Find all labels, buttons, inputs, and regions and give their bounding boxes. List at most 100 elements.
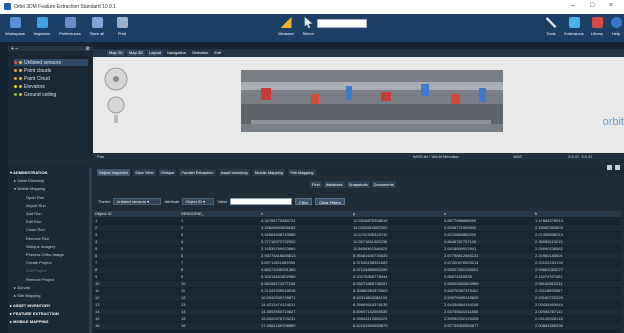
column-header[interactable]: h (533, 211, 621, 217)
filter-button[interactable]: Filter (295, 198, 313, 205)
tree-item-ground-ceiling[interactable]: Ground ceiling (14, 91, 56, 98)
column-header[interactable]: x (259, 211, 351, 217)
save-all-button[interactable]: Save all (85, 17, 109, 41)
nav-item[interactable]: Remove Project (26, 277, 54, 282)
nav-item[interactable]: Add Run (26, 211, 42, 216)
nav-section[interactable]: ▸ FEATURE EXTRACTION (10, 311, 59, 316)
visibility-icon[interactable] (19, 69, 22, 72)
tab-find[interactable]: Find (310, 181, 322, 188)
close-button[interactable]: × (609, 2, 613, 9)
nav-item[interactable]: ▸ Value Directory (14, 178, 44, 183)
table-row[interactable]: 2 2 3.19626690895162 14.0202810687202 2.6096… (93, 225, 621, 231)
table-row[interactable]: 13 13 14.4213474124011 8.39669618378135 2.64… (93, 302, 621, 308)
table-row[interactable]: 5 5 2.14539769023865 11.8659362346824 2.6418… (93, 246, 621, 252)
tab-attributes[interactable]: Attributes (323, 181, 345, 188)
preferences-button[interactable]: Preferences (58, 17, 82, 41)
column-header[interactable]: z (442, 211, 533, 217)
menu-selection[interactable]: Selection (190, 50, 210, 56)
tree-item-point-clouds[interactable]: Point clouds (14, 67, 51, 74)
table-row[interactable]: 12 12 10.2042939739871 8.44311863286193 2.59… (93, 295, 621, 301)
table-row[interactable]: 14 14 14.3593950719627 8.40007152655535 2.64… (93, 309, 621, 315)
point-cloud-feature (261, 88, 271, 100)
value-input[interactable] (230, 198, 293, 205)
inspector-button[interactable]: Inspector (30, 17, 54, 41)
clear-filters-button[interactable]: Clear Filters (315, 198, 345, 205)
nav-item[interactable]: Create Project (26, 260, 52, 265)
table-cell: 15 (181, 316, 186, 321)
nav-item[interactable]: Edit Run (26, 219, 41, 224)
menu-edit[interactable]: Edit (212, 50, 223, 56)
nav-item[interactable]: Import Run (26, 203, 46, 208)
tab-documents[interactable]: Documents (371, 181, 396, 188)
search-input[interactable] (317, 19, 367, 28)
visibility-icon[interactable] (19, 85, 22, 88)
tab-map-2d[interactable]: Map 2D (107, 50, 126, 56)
extensions-button[interactable]: Extensions (562, 17, 586, 41)
attribute-select[interactable]: Object ID ▾ (182, 198, 215, 205)
nav-item[interactable]: Close Run (26, 227, 45, 232)
nav-item[interactable]: Edit Project (26, 268, 46, 273)
table-row[interactable]: 4 4 3.77716372792902 11.0571061320236 2.6648… (93, 239, 621, 245)
table-row[interactable]: 10 10 6.88208171177234 8.33271858735151 2.66… (93, 281, 621, 287)
tree-item-elevators[interactable]: Elevators (14, 83, 45, 90)
tab-layout[interactable]: Layout (147, 50, 164, 56)
column-header[interactable]: y (351, 211, 442, 217)
nav-section[interactable]: ▸ ASSET INVENTORY (10, 303, 51, 308)
nav-item[interactable]: Remove Run (26, 236, 49, 241)
nav-item[interactable]: ▸ Site Mapping (14, 293, 40, 298)
zoom-slider-icon[interactable] (114, 115, 118, 123)
visibility-icon[interactable] (19, 77, 22, 80)
nav-section[interactable]: ▾ ADMINISTRATION (10, 170, 47, 175)
table-cell: 2.63327351335201 (444, 267, 479, 272)
visibility-icon[interactable] (19, 93, 22, 96)
zoom-control-icon[interactable] (107, 96, 125, 114)
tab-object-inspector[interactable]: Object Inspector (97, 168, 131, 176)
navigator-scrollbar[interactable] (89, 168, 92, 333)
nav-item[interactable]: Open Run (26, 195, 44, 200)
close-panel-icon[interactable] (615, 165, 620, 170)
navigation-controls[interactable] (101, 65, 131, 125)
table-row[interactable]: 15 15 15.8920376703231 8.39643119506623 2.59… (93, 316, 621, 322)
theme-select[interactable]: Unlisted sensors ▾ (113, 198, 162, 205)
tab-asset-inventory[interactable]: Asset inventory (218, 168, 250, 176)
minimize-button[interactable]: – (571, 2, 575, 9)
nav-item[interactable]: Oblique Imagery (26, 244, 55, 249)
maximize-button[interactable]: □ (590, 2, 594, 9)
nav-item[interactable]: ▸ 3Drunk (14, 285, 30, 290)
tab-parallel-extraction[interactable]: Parallel Extraction (179, 168, 216, 176)
menu-navigation[interactable]: Navigation (165, 50, 188, 56)
visibility-icon[interactable] (19, 61, 22, 64)
tab-snapshots[interactable]: Snapshots (346, 181, 370, 188)
nav-item[interactable]: ▾ Mobile Mapping (14, 186, 45, 191)
tab-mobile-mapping[interactable]: Mobile Mapping (252, 168, 286, 176)
point-cloud-render[interactable] (241, 64, 503, 136)
nav-item[interactable]: Process Ortho Image (26, 252, 64, 257)
measure-button[interactable]: Measure (274, 17, 298, 41)
help-button[interactable]: Help (604, 17, 624, 41)
column-header[interactable]: Object ID (93, 211, 179, 217)
workspace-button[interactable]: Workspace (3, 17, 27, 41)
table-row[interactable]: 7 7 3.89711551669399 8.37648158351683 2.6732… (93, 260, 621, 266)
tree-item-point-cloud[interactable]: Point Cloud (14, 75, 50, 82)
table-row[interactable]: 8 8 4.66471036251369 8.37124868052295 2.6332… (93, 267, 621, 273)
tab-slice-view[interactable]: Slice View (133, 168, 156, 176)
table-row[interactable]: 3 3 3.16584648743985 12.6702345315742 2.6210… (93, 232, 621, 238)
table-cell: 8.30660364373003 (353, 288, 388, 293)
tab-map-3d[interactable]: Map 3D (127, 50, 146, 56)
table-row[interactable]: 1 1 4.34766775380724 12.5316876308519 2.5577… (93, 218, 621, 224)
tab-site-mapping[interactable]: Site Mapping (288, 168, 316, 176)
table-cell: 11 (95, 288, 100, 293)
column-header[interactable]: SENSORID_ (179, 211, 259, 217)
nav-section[interactable]: ▸ MOBILE MAPPING (10, 319, 48, 324)
tree-item-unlisted-sensors[interactable]: Unlisted sensors (14, 59, 88, 66)
table-row[interactable]: 16 16 17.4584169708869 8.42161554650673 2.57… (93, 323, 621, 329)
table-row[interactable]: 11 11 9.21341939018518 8.30660364373003 2.64… (93, 288, 621, 294)
table-row[interactable]: 9 9 5.32614631802988 8.20176306778444 2.6657… (93, 274, 621, 280)
table-cell: 14.4213474124011 (261, 302, 296, 307)
tools-button[interactable]: Tools (539, 17, 563, 41)
tab-oblique[interactable]: Oblique (158, 168, 177, 176)
table-row[interactable]: 6 6 2.93778415645813 8.39481640730635 2.6779… (93, 253, 621, 259)
table-cell: 8.33271858735151 (353, 281, 388, 286)
print-button[interactable]: Print (110, 17, 134, 41)
float-panel-icon[interactable] (607, 165, 612, 170)
